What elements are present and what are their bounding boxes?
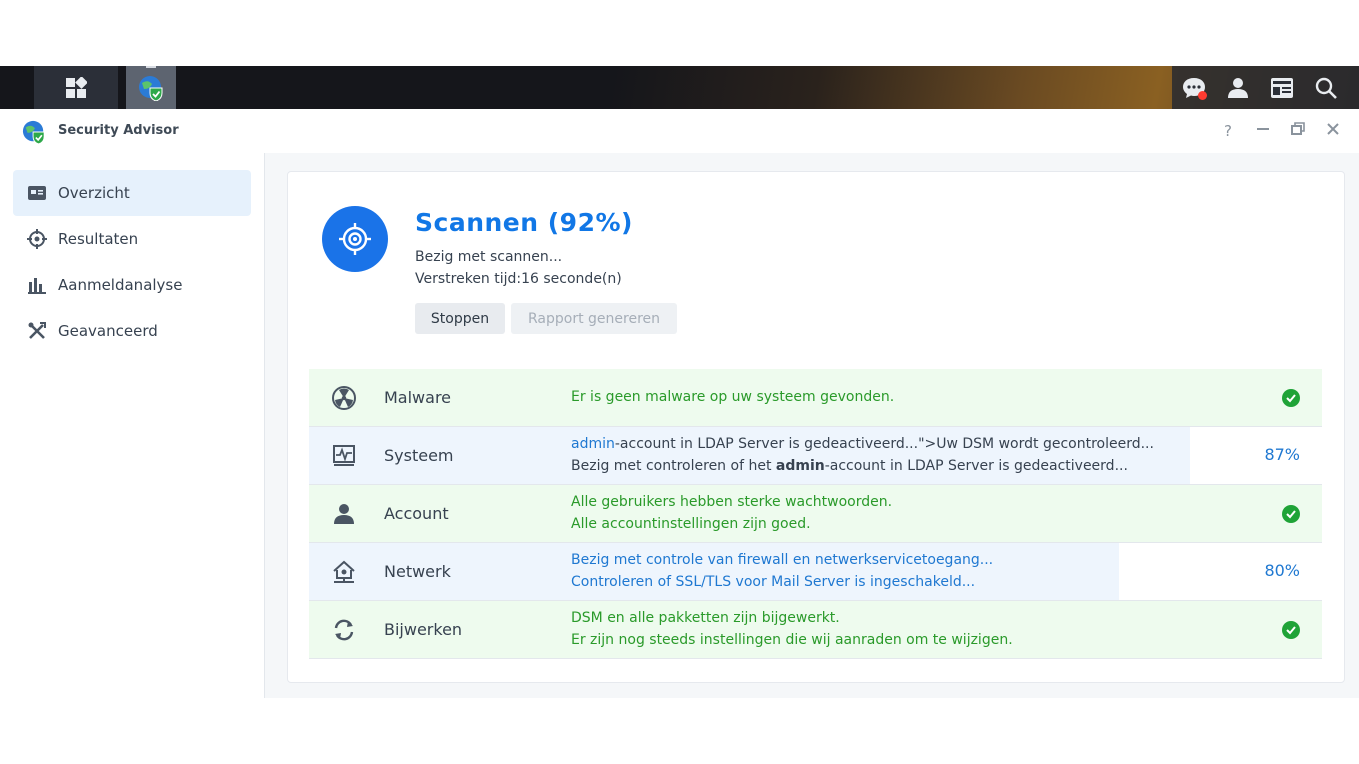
sidebar-item-label: Geavanceerd	[58, 322, 158, 340]
result-name: Malware	[384, 388, 452, 407]
result-name: Account	[384, 504, 449, 523]
stop-button[interactable]: Stoppen	[415, 303, 505, 334]
home-network-icon	[331, 560, 357, 584]
result-name: Netwerk	[384, 562, 451, 581]
notifications-button[interactable]	[1172, 66, 1216, 109]
close-icon	[1327, 123, 1339, 135]
sidebar-item-label: Overzicht	[58, 184, 130, 202]
result-row-bijwerken[interactable]: Bijwerken DSM en alle pakketten zijn bij…	[309, 601, 1322, 659]
overview-icon	[27, 183, 47, 203]
window-title: Security Advisor	[58, 123, 179, 138]
sidebar-item-aanmeldanalyse[interactable]: Aanmeldanalyse	[13, 262, 251, 308]
security-advisor-window: Security Advisor ? Overzicht Resultaten	[0, 109, 1359, 698]
security-advisor-icon	[139, 75, 163, 101]
sidebar-item-label: Aanmeldanalyse	[58, 276, 183, 294]
taskbar	[0, 66, 1359, 109]
result-row-malware[interactable]: Malware Er is geen malware op uw systeem…	[309, 369, 1322, 427]
notification-badge	[1198, 91, 1207, 100]
sidebar-item-geavanceerd[interactable]: Geavanceerd	[13, 308, 251, 354]
result-message-text: -account in LDAP Server is gedeactiveerd…	[614, 436, 1154, 452]
check-icon	[1282, 621, 1300, 639]
security-advisor-logo-icon	[22, 120, 45, 144]
restore-icon	[1291, 122, 1305, 135]
refresh-icon	[331, 618, 357, 642]
check-icon	[1282, 389, 1300, 407]
sidebar: Overzicht Resultaten Aanmeldanalyse Geav…	[0, 153, 265, 698]
result-message-text: Bezig met controleren of het	[571, 458, 776, 474]
result-name: Bijwerken	[384, 620, 463, 639]
result-message-line2: Alle accountinstellingen zijn goed.	[571, 516, 811, 532]
result-message-line2: Bezig met controleren of het admin-accou…	[571, 458, 1128, 474]
scan-status: Bezig met scannen...	[415, 249, 563, 265]
search-button[interactable]	[1304, 66, 1348, 109]
minimize-button[interactable]	[1253, 121, 1273, 141]
result-message-line1: DSM en alle pakketten zijn bijgewerkt.	[571, 610, 840, 626]
grid-icon	[66, 76, 87, 98]
bar-chart-icon	[27, 275, 47, 295]
sidebar-item-label: Resultaten	[58, 230, 139, 248]
scan-target-icon	[322, 206, 388, 272]
result-row-netwerk[interactable]: Netwerk Bezig met controle van firewall …	[309, 543, 1322, 601]
close-button[interactable]	[1323, 121, 1343, 141]
user-icon	[1228, 77, 1248, 98]
result-name: Systeem	[384, 446, 454, 465]
progress-percent: 87%	[1264, 445, 1300, 464]
result-message-line1: admin-account in LDAP Server is gedeacti…	[571, 436, 1154, 452]
taskbar-tray	[1172, 66, 1359, 109]
dashboard-card-icon	[1271, 77, 1293, 98]
widgets-button[interactable]	[1260, 66, 1304, 109]
result-row-systeem[interactable]: Systeem admin-account in LDAP Server is …	[309, 427, 1322, 485]
result-message-bold: admin	[775, 458, 825, 474]
monitor-pulse-icon	[331, 444, 357, 468]
result-message-text: -account in LDAP Server is gedeactiveerd…	[824, 458, 1128, 474]
restore-button[interactable]	[1288, 121, 1308, 141]
minimize-icon	[1257, 128, 1269, 130]
overview-card: Scannen (92%) Bezig met scannen... Verst…	[287, 171, 1345, 683]
result-message: Er is geen malware op uw systeem gevonde…	[571, 389, 895, 405]
main-menu-button[interactable]	[34, 66, 118, 109]
scan-title: Scannen (92%)	[415, 208, 633, 237]
tools-icon	[27, 321, 47, 341]
main-content: Scannen (92%) Bezig met scannen... Verst…	[265, 153, 1359, 698]
result-message-line2: Controleren of SSL/TLS voor Mail Server …	[571, 574, 976, 590]
results-list: Malware Er is geen malware op uw systeem…	[309, 369, 1322, 659]
user-icon	[331, 502, 357, 526]
admin-link[interactable]: admin	[571, 436, 615, 452]
crosshair-icon	[27, 229, 47, 249]
search-icon	[1315, 77, 1337, 99]
progress-percent: 80%	[1264, 561, 1300, 580]
active-app-indicator	[146, 66, 156, 68]
sidebar-item-resultaten[interactable]: Resultaten	[13, 216, 251, 262]
radiation-icon	[331, 386, 357, 410]
user-menu-button[interactable]	[1216, 66, 1260, 109]
window-titlebar[interactable]: Security Advisor ?	[0, 109, 1359, 154]
result-row-account[interactable]: Account Alle gebruikers hebben sterke wa…	[309, 485, 1322, 543]
sidebar-item-overzicht[interactable]: Overzicht	[13, 170, 251, 216]
result-message-line1: Bezig met controle van firewall en netwe…	[571, 552, 994, 568]
help-button[interactable]: ?	[1218, 121, 1238, 141]
result-message-line2: Er zijn nog steeds instellingen die wij …	[571, 632, 1013, 648]
check-icon	[1282, 505, 1300, 523]
generate-report-button[interactable]: Rapport genereren	[511, 303, 677, 334]
elapsed-time: Verstreken tijd:16 seconde(n)	[415, 271, 622, 287]
result-message-line1: Alle gebruikers hebben sterke wachtwoord…	[571, 494, 893, 510]
taskbar-security-advisor[interactable]	[126, 66, 176, 109]
